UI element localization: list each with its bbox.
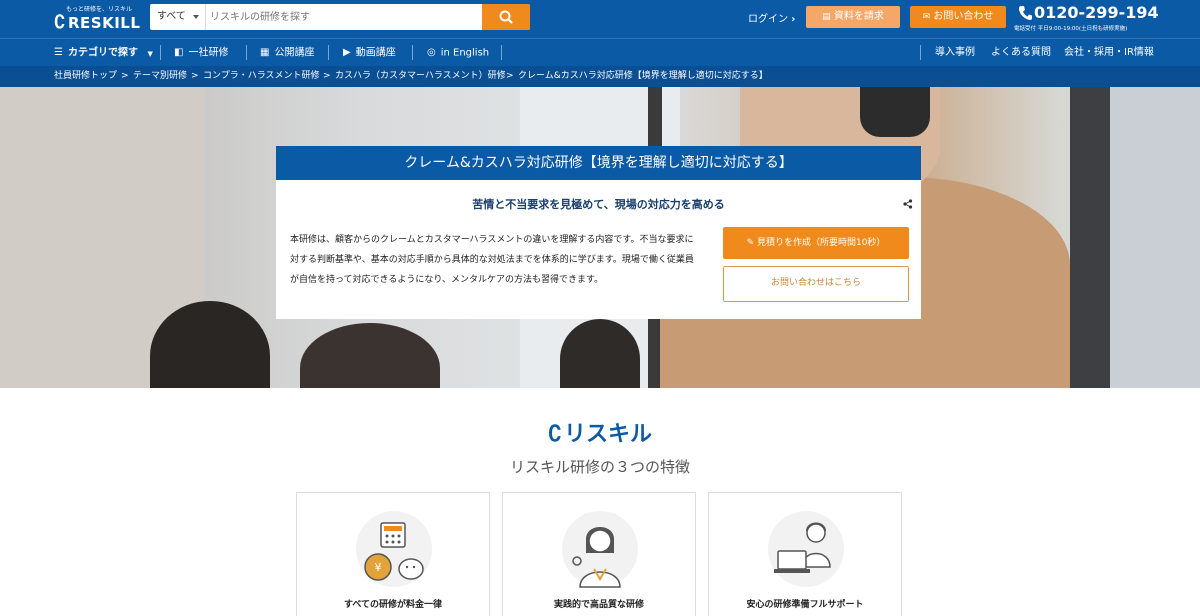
- feature-label: すべての研修が料金一律: [343, 600, 442, 610]
- logo-mark-icon: ∁: [548, 421, 562, 447]
- search-scope-label: すべて: [157, 11, 186, 22]
- phone-hours: 電話受付 平日9:00-19:00(土日祝も研修実施): [1014, 26, 1128, 32]
- nav-item-company-info[interactable]: 会社・採用・IR情報: [1064, 39, 1154, 66]
- breadcrumb-separator: >: [121, 71, 129, 81]
- login-link[interactable]: ログイン ›: [748, 10, 795, 25]
- nav-divider: [246, 45, 247, 60]
- hero-photo-pillar: [1070, 87, 1110, 388]
- category-label: カテゴリで探す: [67, 47, 138, 59]
- feature-card-quality: 実践的で高品質な研修: [502, 492, 696, 616]
- breadcrumb-item[interactable]: テーマ別研修: [133, 66, 187, 87]
- reskill-logo[interactable]: もっと研修を、リスキル ∁ RESKILL: [54, 3, 144, 35]
- logo-mark-icon: ∁: [54, 12, 66, 33]
- course-subtitle: 苦情と不当要求を見極めて、現場の対応力を高める: [472, 198, 725, 211]
- brand-text: リスキル: [564, 422, 653, 447]
- features-section: ∁リスキル リスキル研修の３つの特徴 ¥ すべての研修が料金一律 実践的で高品質…: [0, 388, 1200, 616]
- mail-icon: ✉: [922, 12, 931, 22]
- breadcrumb-current: クレーム&カスハラ対応研修【境界を理解し適切に対応する】: [518, 71, 768, 81]
- create-quote-label: 見積りを作成（所要時間10秒）: [756, 238, 886, 248]
- nav-divider: [920, 45, 921, 60]
- menu-icon: ☰: [54, 47, 63, 58]
- instructor-ok-icon: [562, 511, 638, 588]
- hero-photo-person-mid: [300, 323, 440, 388]
- breadcrumb-separator: >: [191, 71, 199, 81]
- breadcrumb: 社員研修トップ > テーマ別研修 > コンプラ・ハラスメント研修 > カスハラ（…: [0, 66, 1200, 87]
- nav-divider: [160, 45, 161, 60]
- pencil-icon: ✎: [746, 238, 755, 248]
- globe-icon: ◎: [427, 47, 436, 58]
- nav-item-faq[interactable]: よくある質問: [991, 39, 1051, 66]
- nav-item-label: 公開講座: [274, 47, 315, 59]
- breadcrumb-item[interactable]: カスハラ（カスタマーハラスメント）研修: [335, 66, 506, 87]
- nav-divider: [328, 45, 329, 60]
- nav-item-label: 動画講座: [355, 47, 396, 59]
- nav-item-inhouse-training[interactable]: ◧ 一社研修: [174, 39, 228, 66]
- logo-tagline: もっと研修を、リスキル: [66, 6, 133, 13]
- course-description: 本研修は、顧客からのクレームとカスタマーハラスメントの違いを理解する内容です。不…: [290, 235, 694, 285]
- chevron-down-icon: ▼: [147, 49, 153, 58]
- nav-item-case-studies[interactable]: 導入事例: [935, 39, 975, 66]
- feature-label: 安心の研修準備フルサポート: [746, 600, 864, 610]
- course-summary-card: クレーム&カスハラ対応研修【境界を理解し適切に対応する】 苦情と不当要求を見極め…: [276, 146, 921, 319]
- calendar-icon: ▦: [260, 47, 270, 58]
- breadcrumb-separator: >: [323, 71, 331, 81]
- search-icon: [499, 10, 513, 24]
- phone-icon: [1019, 6, 1032, 20]
- feature-label: 実践的で高品質な研修: [553, 600, 644, 610]
- search-button[interactable]: [482, 4, 530, 30]
- contact-button[interactable]: ✉ お問い合わせ: [910, 6, 1006, 28]
- login-label: ログイン: [748, 14, 788, 25]
- hero-photo-phone: [860, 87, 930, 137]
- main-nav: ☰ カテゴリで探す ▼ ◧ 一社研修 ▦ 公開講座 ▶ 動画講座 ◎ in English…: [0, 38, 1200, 66]
- nav-item-video-courses[interactable]: ▶ 動画講座: [343, 39, 396, 66]
- svg-text:¥: ¥: [375, 561, 382, 574]
- breadcrumb-item[interactable]: コンプラ・ハラスメント研修: [203, 66, 320, 87]
- chevron-right-icon: ›: [791, 14, 796, 25]
- feature-card-support: 安心の研修準備フルサポート: [708, 492, 902, 616]
- search-bar: すべて: [150, 4, 530, 30]
- document-icon: ▤: [822, 12, 831, 22]
- chevron-down-icon: [193, 15, 199, 19]
- nav-item-label: in English: [440, 47, 490, 59]
- nav-item-label: 一社研修: [188, 47, 229, 59]
- course-title: クレーム&カスハラ対応研修【境界を理解し適切に対応する】: [276, 146, 921, 180]
- support-operator-icon: [768, 511, 844, 587]
- features-title: リスキル研修の３つの特徴: [509, 458, 690, 476]
- contact-label: お問い合わせ: [933, 11, 994, 22]
- presentation-icon: ◧: [174, 47, 184, 58]
- nav-item-public-courses[interactable]: ▦ 公開講座: [260, 39, 314, 66]
- breadcrumb-separator: >: [506, 71, 514, 81]
- search-scope-select[interactable]: すべて: [150, 4, 206, 30]
- inquiry-button[interactable]: お問い合わせはこちら: [723, 266, 909, 302]
- nav-divider: [501, 45, 502, 60]
- create-quote-button[interactable]: ✎ 見積りを作成（所要時間10秒）: [723, 227, 909, 259]
- hero-photo-window: [1110, 87, 1200, 388]
- search-input[interactable]: [208, 4, 480, 30]
- feature-card-flat-fee: ¥ すべての研修が料金一律: [296, 492, 490, 616]
- phone-number: 0120-299-194: [1034, 3, 1159, 22]
- category-menu[interactable]: ☰ カテゴリで探す ▼: [54, 39, 153, 66]
- site-header: もっと研修を、リスキル ∁ RESKILL すべて ログイン › ▤ 資料を請求…: [0, 0, 1200, 38]
- nav-divider: [412, 45, 413, 60]
- logo-text: RESKILL: [68, 14, 141, 32]
- doc-request-label: 資料を請求: [833, 11, 884, 22]
- breadcrumb-item[interactable]: 社員研修トップ: [54, 66, 117, 87]
- nav-item-english[interactable]: ◎ in English: [427, 39, 489, 66]
- doc-request-button[interactable]: ▤ 資料を請求: [806, 6, 900, 28]
- calculator-coin-piggybank-icon: ¥: [356, 511, 432, 587]
- play-icon: ▶: [343, 47, 351, 58]
- reskill-brand-logo: ∁リスキル: [548, 416, 652, 448]
- share-icon[interactable]: [903, 199, 913, 209]
